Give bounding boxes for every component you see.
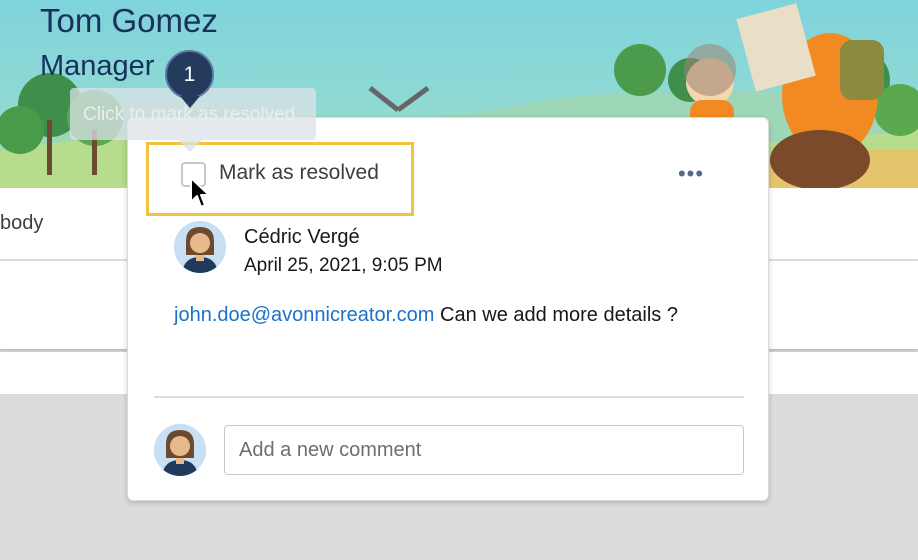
new-comment-input[interactable] [224, 425, 744, 475]
comment-message: Can we add more details ? [434, 304, 678, 326]
current-user-avatar [154, 424, 206, 476]
tooltip-pointer [178, 140, 202, 152]
author-avatar [174, 221, 226, 273]
step-badge: 1 [165, 50, 214, 99]
comment-timestamp: April 25, 2021, 9:05 PM [244, 255, 443, 276]
mouse-cursor-icon [190, 177, 210, 208]
profile-name: Tom Gomez [40, 2, 218, 39]
mention-link[interactable]: john.doe@avonnicreator.com [174, 304, 434, 326]
profile-title: Manager [40, 50, 155, 82]
comment-author: Cédric Vergé [244, 226, 360, 248]
page-body-text: body [0, 212, 44, 234]
ellipsis-icon[interactable]: ••• [676, 162, 706, 186]
mark-resolved-label[interactable]: Mark as resolved [219, 161, 379, 185]
step-badge-pointer [180, 96, 200, 108]
divider [154, 396, 744, 398]
comment-body: john.doe@avonnicreator.com Can we add mo… [174, 300, 734, 330]
